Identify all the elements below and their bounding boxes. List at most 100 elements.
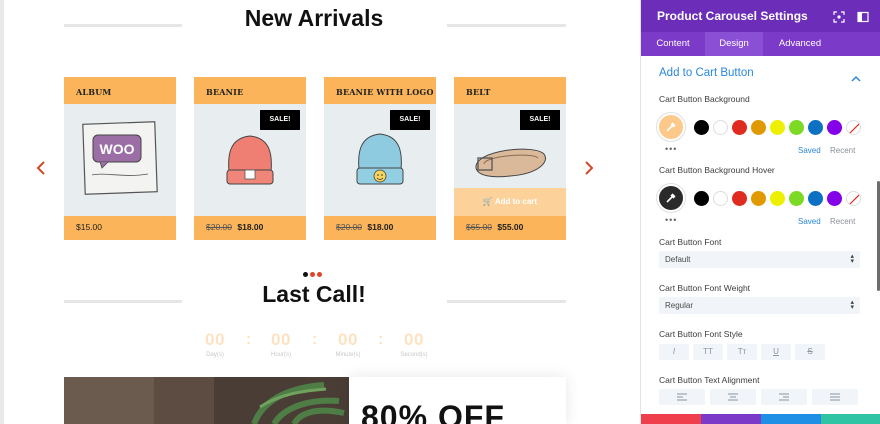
countdown-days-value: 00 — [205, 330, 225, 349]
swatch-yellow[interactable] — [770, 191, 785, 206]
add-to-cart-button[interactable]: 🛒 Add to cart — [454, 188, 566, 216]
more-dots-icon[interactable]: ••• — [665, 215, 677, 225]
swatch-black[interactable] — [694, 191, 709, 206]
more-dots-icon[interactable]: ••• — [665, 144, 677, 154]
uppercase-button[interactable]: TT — [693, 344, 723, 360]
select-arrows-icon: ▴ ▾ — [850, 299, 854, 311]
panel-footer — [641, 414, 880, 424]
product-name: ALBUM — [64, 77, 176, 104]
swatch-clear-icon[interactable] — [846, 191, 861, 206]
focus-icon[interactable] — [833, 10, 845, 23]
pagination-dot[interactable] — [317, 272, 322, 277]
swatch-black[interactable] — [694, 120, 709, 135]
tab-content[interactable]: Content — [641, 32, 705, 56]
countdown-seconds: 00 Second(s) — [394, 330, 434, 358]
countdown-hours-value: 00 — [271, 330, 291, 349]
align-left-button[interactable] — [659, 389, 705, 405]
swatch-orange[interactable] — [751, 120, 766, 135]
swatch-green[interactable] — [789, 191, 804, 206]
select-arrows-icon: ▴ ▾ — [850, 253, 854, 265]
countdown-separator: : — [378, 331, 384, 348]
svg-text:WOO: WOO — [100, 141, 135, 157]
panel-body: Add to Cart Button Cart Button Backgroun… — [641, 56, 880, 414]
eyedropper-icon — [666, 122, 676, 132]
palette-tab-recent[interactable]: Recent — [830, 217, 855, 226]
product-price: $18.00 — [367, 222, 394, 232]
underline-button[interactable]: U — [761, 344, 791, 360]
cart-bg-color-picker[interactable] — [659, 115, 683, 139]
align-justify-button[interactable] — [812, 389, 858, 405]
product-price-row: $20.00 $18.00 — [324, 216, 436, 240]
product-card-beanie-with-logo[interactable]: BEANIE WITH LOGO SALE! $20.00 $18.00 — [324, 77, 436, 240]
align-right-icon — [779, 393, 789, 401]
swatch-purple[interactable] — [827, 120, 842, 135]
product-price-row: $65.00 $55.00 — [454, 216, 566, 240]
swatch-purple[interactable] — [827, 191, 842, 206]
redo-button[interactable] — [761, 414, 821, 424]
palette-tab-recent[interactable]: Recent — [830, 146, 855, 155]
italic-button[interactable]: I — [659, 344, 689, 360]
countdown-hours-label: Hour(s) — [270, 352, 291, 358]
carousel-prev-arrow[interactable] — [35, 160, 49, 176]
carousel-next-arrow[interactable] — [583, 160, 597, 176]
countdown-days: 00 Day(s) — [195, 330, 235, 358]
align-center-button[interactable] — [710, 389, 756, 405]
font-weight-select-value: Regular — [665, 301, 694, 310]
swatch-white[interactable] — [713, 191, 728, 206]
capitalize-button[interactable]: Tт — [727, 344, 757, 360]
split-view-icon[interactable] — [857, 10, 869, 23]
countdown-seconds-label: Second(s) — [400, 352, 428, 358]
pagination-dot[interactable] — [303, 272, 308, 277]
countdown-separator: : — [312, 331, 318, 348]
add-to-cart-label: Add to cart — [494, 197, 538, 206]
panel-title: Product Carousel Settings — [657, 9, 808, 23]
align-left-icon — [677, 393, 687, 401]
product-price: $15.00 — [76, 222, 102, 232]
swatch-blue[interactable] — [808, 120, 823, 135]
swatch-red[interactable] — [732, 191, 747, 206]
align-right-button[interactable] — [761, 389, 807, 405]
chevron-right-icon — [585, 161, 594, 175]
swatch-red[interactable] — [732, 120, 747, 135]
product-image-beanie — [194, 104, 306, 216]
cart-icon: 🛒 — [482, 197, 493, 206]
swatch-white[interactable] — [713, 120, 728, 135]
tab-design[interactable]: Design — [705, 32, 763, 56]
swatch-green[interactable] — [789, 120, 804, 135]
align-justify-icon — [830, 393, 840, 401]
swatch-orange[interactable] — [751, 191, 766, 206]
product-card-beanie[interactable]: BEANIE SALE! $20.00 $18.00 — [194, 77, 306, 240]
cart-bg-hover-color-picker[interactable] — [659, 186, 683, 210]
font-select[interactable]: Default ▴ ▾ — [659, 251, 860, 268]
swatch-blue[interactable] — [808, 191, 823, 206]
undo-button[interactable] — [701, 414, 761, 424]
product-card-album[interactable]: ALBUM WOO $15.00 — [64, 77, 176, 240]
settings-panel: Product Carousel Settings Content Design… — [640, 0, 880, 424]
swatch-clear-icon[interactable] — [846, 120, 861, 135]
align-center-icon — [728, 393, 738, 401]
swatch-yellow[interactable] — [770, 120, 785, 135]
product-card-belt[interactable]: BELT SALE! 🛒 Add to cart $65.00 $55.00 — [454, 77, 566, 240]
font-style-label: Cart Button Font Style — [659, 329, 743, 339]
palette-tab-saved[interactable]: Saved — [798, 146, 821, 155]
product-image-album: WOO — [64, 104, 176, 216]
palette-tab-saved[interactable]: Saved — [798, 217, 821, 226]
promo-image — [64, 377, 349, 424]
product-price: $18.00 — [237, 222, 264, 232]
tab-advanced[interactable]: Advanced — [763, 32, 837, 56]
canvas-edge — [0, 0, 4, 424]
page-canvas: New Arrivals ALBUM WOO $15.00 BEANIE SAL… — [0, 0, 640, 424]
countdown-hours: 00 Hour(s) — [261, 330, 301, 358]
discard-button[interactable] — [641, 414, 701, 424]
chevron-up-icon[interactable] — [851, 70, 861, 82]
pagination-dot[interactable] — [310, 272, 315, 277]
font-weight-label: Cart Button Font Weight — [659, 283, 751, 293]
countdown-minutes-label: Minute(s) — [335, 352, 361, 358]
product-name: BEANIE — [194, 77, 306, 104]
group-title-add-to-cart[interactable]: Add to Cart Button — [659, 67, 754, 79]
product-old-price: $20.00 — [206, 222, 232, 232]
font-select-value: Default — [665, 255, 691, 264]
font-weight-select[interactable]: Regular ▴ ▾ — [659, 297, 860, 314]
strikethrough-button[interactable]: S — [795, 344, 825, 360]
save-button[interactable] — [821, 414, 880, 424]
